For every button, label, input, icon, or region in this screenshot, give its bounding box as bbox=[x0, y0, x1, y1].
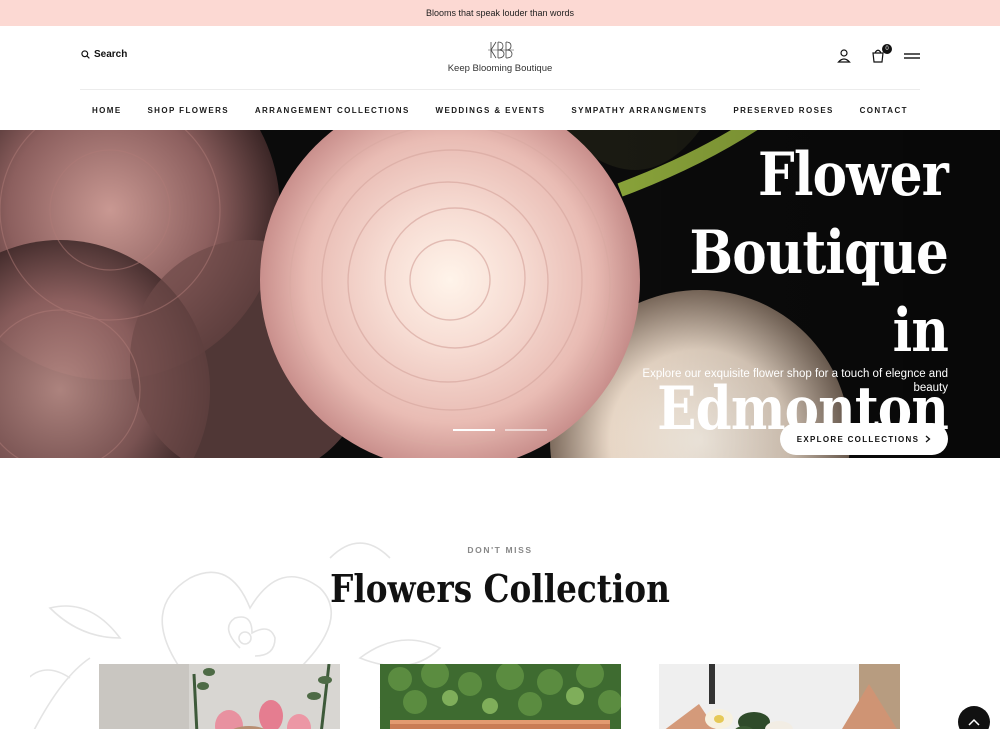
announcement-bar: Blooms that speak louder than words bbox=[0, 0, 1000, 26]
logo-mark bbox=[488, 41, 514, 59]
collection-card-2-image bbox=[380, 664, 621, 729]
explore-collections-button[interactable]: EXPLORE COLLECTIONS bbox=[780, 423, 948, 455]
cart-count-badge: 0 bbox=[882, 44, 892, 54]
announcement-text: Blooms that speak louder than words bbox=[425, 8, 575, 18]
search-icon bbox=[81, 50, 90, 59]
nav-shop-flowers[interactable]: SHOP FLOWERS bbox=[147, 106, 229, 115]
section-eyebrow: DON'T MISS bbox=[467, 545, 533, 555]
hero-subtitle: Explore our exquisite flower shop for a … bbox=[642, 368, 948, 394]
search-label: Search bbox=[94, 49, 128, 60]
hero-slider-dots bbox=[453, 429, 547, 431]
menu-icon bbox=[904, 53, 920, 59]
header-actions: 0 bbox=[836, 44, 920, 64]
collection-card-2[interactable] bbox=[380, 664, 621, 729]
collection-card-1-image bbox=[99, 664, 340, 729]
chevron-up-icon bbox=[968, 718, 980, 726]
collection-card-1[interactable] bbox=[99, 664, 340, 729]
section-title: Flowers Collection bbox=[330, 566, 670, 611]
menu-button[interactable] bbox=[904, 48, 920, 64]
cart-button[interactable]: 0 bbox=[870, 44, 892, 64]
logo[interactable]: Keep Blooming Boutique bbox=[430, 40, 570, 74]
user-icon bbox=[837, 49, 851, 63]
flowers-collection-section: DON'T MISS Flowers Collection bbox=[0, 458, 1000, 729]
site-header: Search Keep Blooming Boutique 0 HOME SHO… bbox=[0, 26, 1000, 130]
hero-title: Flower Boutique in Edmonton bbox=[657, 140, 949, 444]
nav-weddings-events[interactable]: WEDDINGS & EVENTS bbox=[436, 106, 546, 115]
nav-home[interactable]: HOME bbox=[92, 106, 122, 115]
collection-card-3-image bbox=[659, 664, 900, 729]
slider-dot-2[interactable] bbox=[505, 429, 547, 431]
nav-arrangement-collections[interactable]: ARRANGEMENT COLLECTIONS bbox=[255, 106, 410, 115]
search-button[interactable]: Search bbox=[81, 49, 127, 60]
explore-collections-label: EXPLORE COLLECTIONS bbox=[796, 434, 920, 444]
hero-banner: Flower Boutique in Edmonton Explore our … bbox=[0, 130, 1000, 458]
slider-dot-1[interactable] bbox=[453, 429, 495, 431]
nav-preserved-roses[interactable]: PRESERVED ROSES bbox=[733, 106, 833, 115]
nav-contact[interactable]: CONTACT bbox=[860, 106, 908, 115]
collection-card-3[interactable] bbox=[659, 664, 900, 729]
nav-sympathy-arrangements[interactable]: SYMPATHY ARRANGMENTS bbox=[571, 106, 707, 115]
main-nav: HOME SHOP FLOWERS ARRANGEMENT COLLECTION… bbox=[80, 90, 920, 130]
brand-name: Keep Blooming Boutique bbox=[447, 63, 553, 74]
account-button[interactable] bbox=[836, 48, 852, 64]
chevron-right-icon bbox=[925, 435, 931, 443]
